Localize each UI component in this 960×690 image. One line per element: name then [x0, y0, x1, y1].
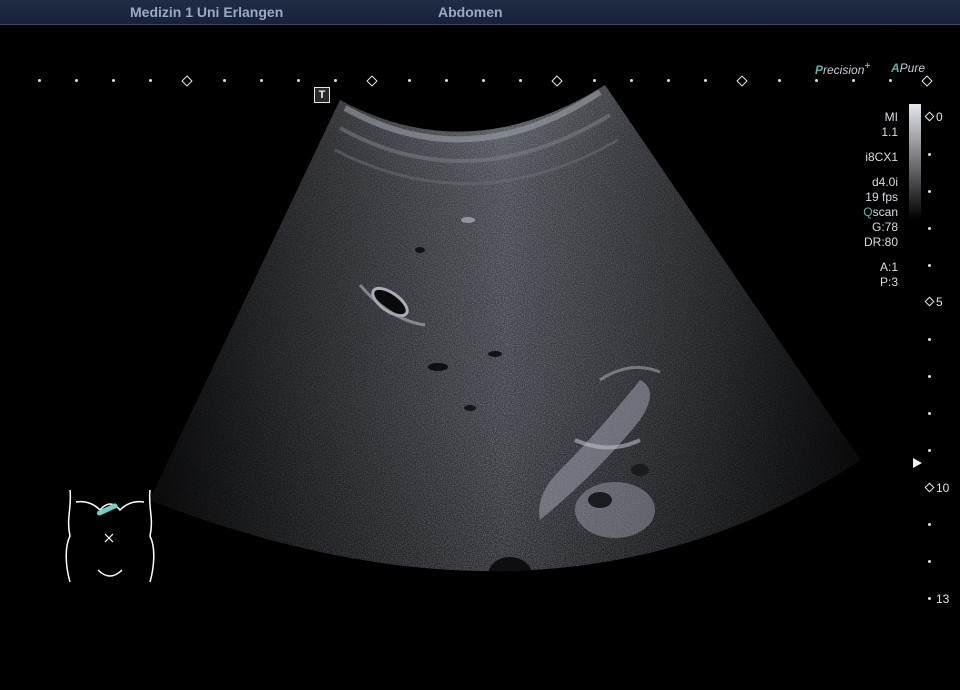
lateral-tick: [889, 79, 892, 82]
depth-marker-icon: [924, 296, 935, 307]
mi-label: MI: [884, 110, 898, 124]
lateral-marker-icon: [181, 75, 193, 87]
lateral-marker-icon: [736, 75, 748, 87]
focus-arrow-icon: [913, 458, 922, 468]
lateral-tick: [149, 79, 152, 82]
lateral-tick: [630, 79, 633, 82]
lateral-tick: [445, 79, 448, 82]
precision-logo: Precision+: [815, 61, 871, 77]
lateral-tick: [223, 79, 226, 82]
gain: G:78: [871, 220, 898, 234]
lateral-tick: [260, 79, 263, 82]
lateral-tick: [815, 79, 818, 82]
lateral-marker-icon: [551, 75, 563, 87]
qscan-label: Qscan: [863, 205, 898, 219]
lateral-tick: [667, 79, 670, 82]
depth-label-5: 5: [936, 295, 943, 309]
lateral-tick: [482, 79, 485, 82]
a-param: A:1: [879, 260, 898, 274]
depth-label-13: 13: [936, 592, 950, 606]
depth-scale: 0 5 10 13: [920, 0, 960, 690]
lateral-tick: [704, 79, 707, 82]
lateral-tick: [75, 79, 78, 82]
lateral-tick: [593, 79, 596, 82]
p-param: P:3: [879, 275, 898, 289]
lateral-marker-icon: [366, 75, 378, 87]
lateral-tick: [519, 79, 522, 82]
lateral-tick: [38, 79, 41, 82]
lateral-scale: [0, 75, 960, 87]
depth-marker-icon: [924, 482, 935, 493]
lateral-tick: [408, 79, 411, 82]
lateral-tick: [852, 79, 855, 82]
t-marker-icon: T: [314, 87, 330, 103]
depth-marker-icon: [924, 111, 935, 122]
probe-name: i8CX1: [865, 150, 898, 164]
depth-label-0: 0: [936, 110, 943, 124]
lateral-tick: [334, 79, 337, 82]
frame-rate: 19 fps: [865, 190, 898, 204]
lateral-tick: [112, 79, 115, 82]
abdomen-bodymark-icon: [65, 489, 155, 583]
mi-value: 1.1: [881, 125, 898, 139]
depth-label-10: 10: [936, 481, 950, 495]
lateral-tick: [297, 79, 300, 82]
dynamic-range: DR:80: [863, 235, 898, 249]
lateral-tick: [778, 79, 781, 82]
frequency: d4.0i: [871, 175, 898, 189]
ultrasound-image: [150, 85, 860, 572]
scan-parameters: MI 1.1 i8CX1 d4.0i 19 fps Qscan G:78 DR:…: [840, 110, 898, 290]
